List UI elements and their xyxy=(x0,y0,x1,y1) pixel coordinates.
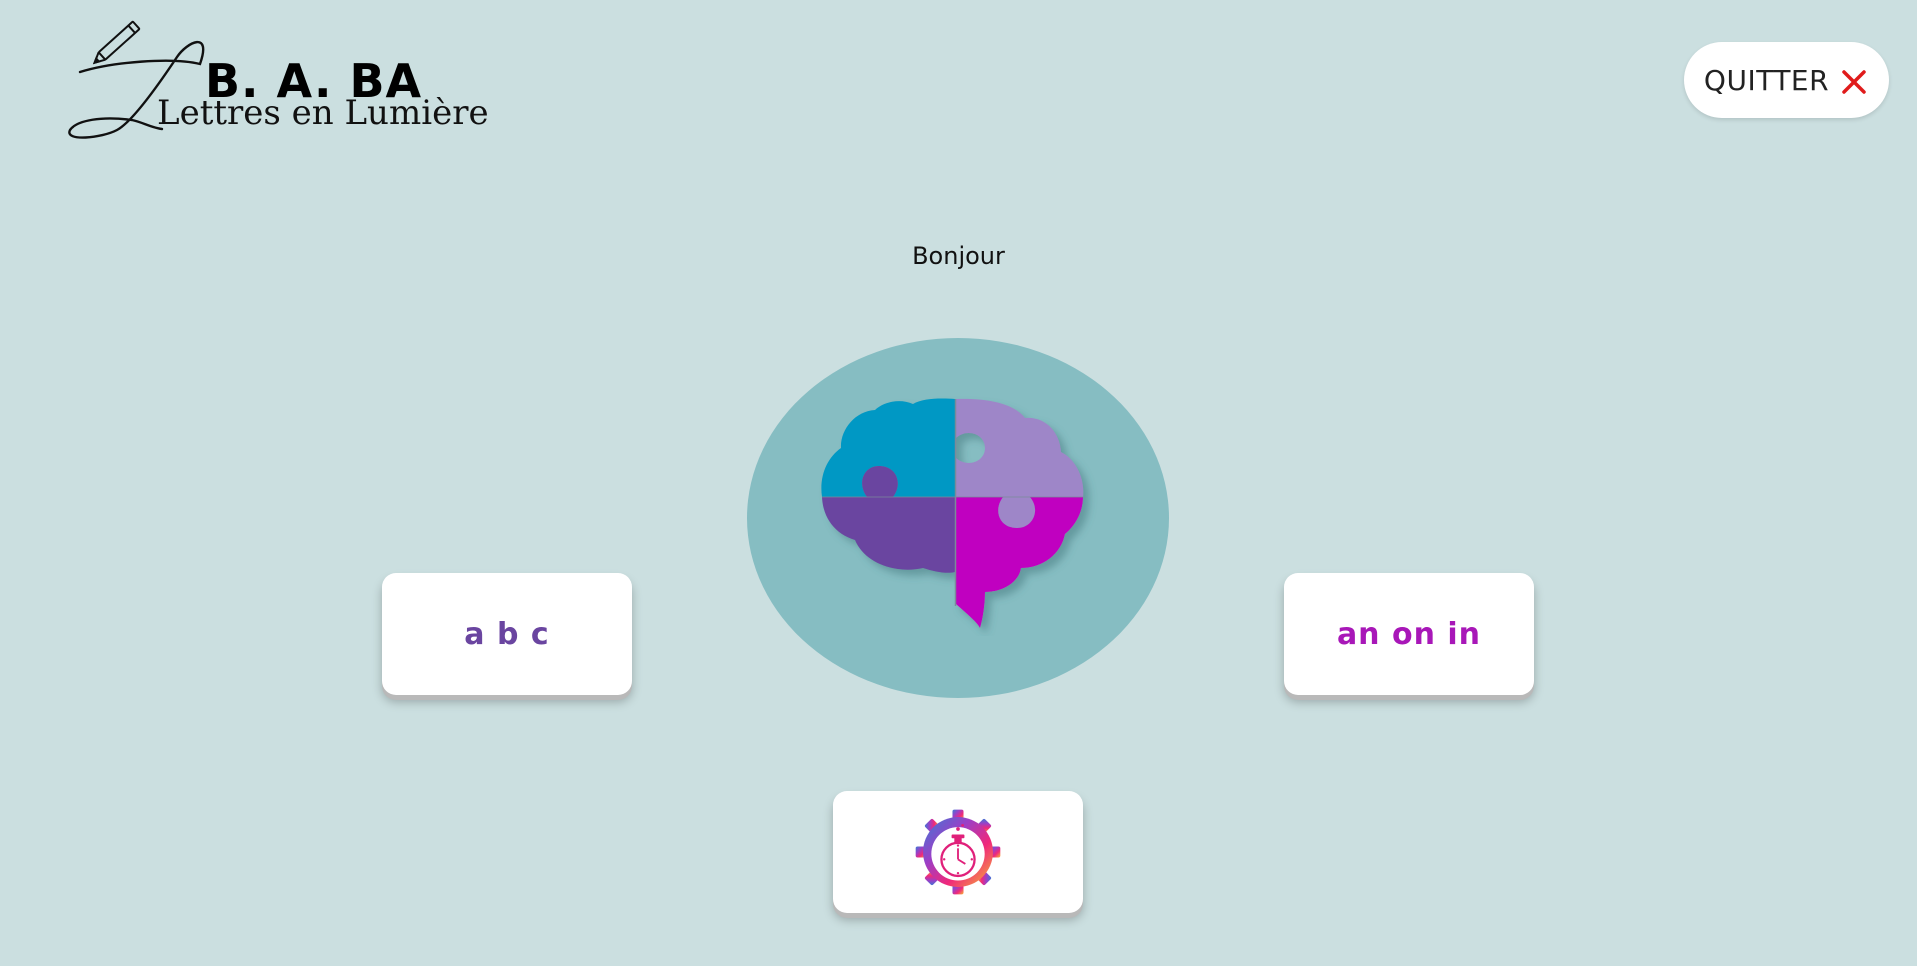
puzzle-brain-icon xyxy=(821,398,1084,628)
app-logo: B. A. BA Lettres en Lumière xyxy=(62,12,489,142)
quit-button-label: QUITTER xyxy=(1703,63,1830,97)
sounds-card-button[interactable]: an on in xyxy=(1284,573,1534,695)
letters-card-label: a b c xyxy=(464,616,550,652)
sounds-card-label: an on in xyxy=(1336,616,1482,652)
stopwatch-gear-icon xyxy=(915,809,1001,895)
logo-subtitle: Lettres en Lumière xyxy=(157,93,489,133)
letters-card-button[interactable]: a b c xyxy=(382,573,632,695)
greeting-text: Bonjour xyxy=(912,242,1005,270)
quit-button[interactable]: QUITTER xyxy=(1684,42,1889,118)
close-icon xyxy=(1842,70,1866,94)
home-screen: B. A. BA Lettres en Lumière QUITTER Bonj… xyxy=(0,0,1917,966)
timer-card-button[interactable] xyxy=(833,791,1083,913)
